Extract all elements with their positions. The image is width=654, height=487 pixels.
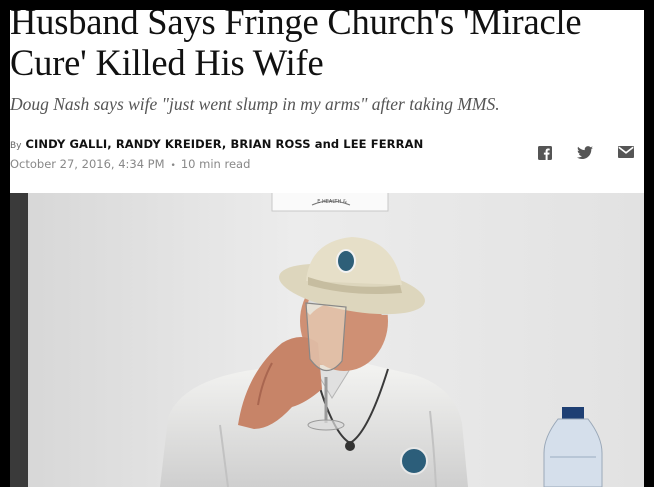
twitter-share-button[interactable] xyxy=(577,146,593,160)
byline-prefix: By xyxy=(10,141,22,151)
email-share-button[interactable] xyxy=(618,146,634,158)
facebook-share-button[interactable] xyxy=(538,146,552,160)
read-time: 10 min read xyxy=(180,157,251,171)
email-icon xyxy=(618,146,634,158)
video-still[interactable]: E HEALTH & xyxy=(10,193,644,487)
byline: By CINDY GALLI, RANDY KREIDER, BRIAN ROSS… xyxy=(10,137,423,151)
byline-authors[interactable]: CINDY GALLI, RANDY KREIDER, BRIAN ROSS a… xyxy=(26,137,424,151)
dateline: October 27, 2016, 4:34 PM • 10 min read xyxy=(10,157,250,171)
article: Husband Says Fringe Church's 'Miracle Cu… xyxy=(10,10,644,487)
publish-date: October 27, 2016, 4:34 PM xyxy=(10,157,165,171)
meta-separator: • xyxy=(170,161,176,171)
facebook-icon xyxy=(538,146,552,160)
article-headline: Husband Says Fringe Church's 'Miracle Cu… xyxy=(10,10,582,83)
man-drinking-photo: E HEALTH & xyxy=(10,193,644,487)
twitter-icon xyxy=(577,146,593,159)
wall-sign-text: E HEALTH & xyxy=(317,199,347,205)
article-subhead: Doug Nash says wife "just went slump in … xyxy=(10,94,500,114)
